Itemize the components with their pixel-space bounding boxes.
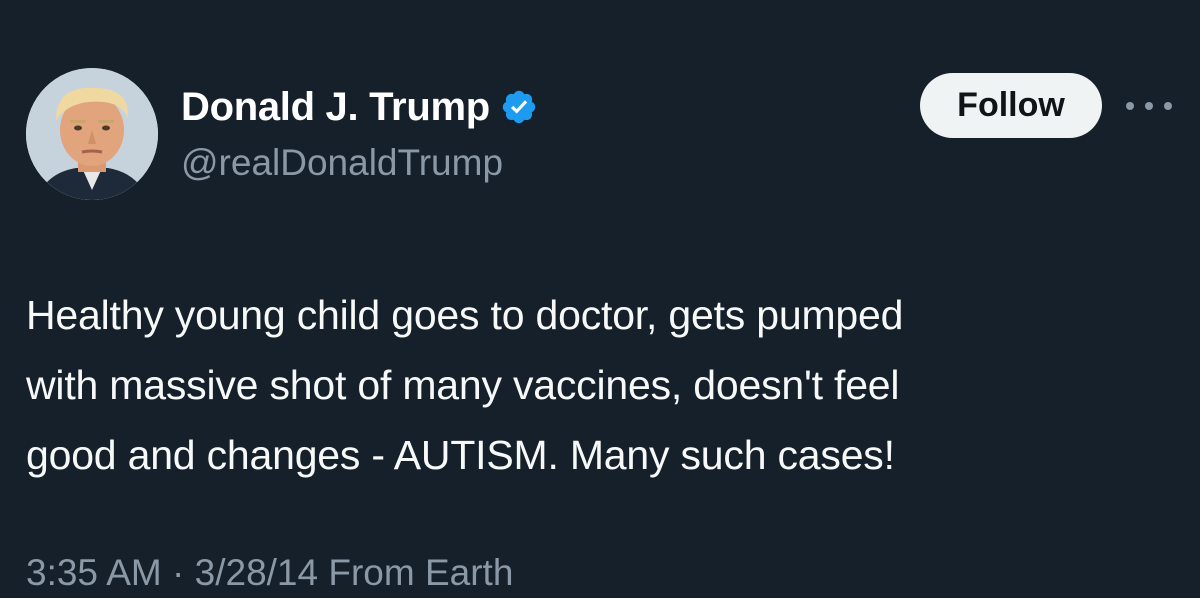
- author-handle[interactable]: @realDonaldTrump: [181, 138, 503, 188]
- avatar[interactable]: [26, 68, 158, 200]
- avatar-image: [26, 68, 158, 200]
- tweet-text: Healthy young child goes to doctor, gets…: [26, 280, 1176, 490]
- follow-button[interactable]: Follow: [920, 73, 1102, 138]
- tweet-text-line: Healthy young child goes to doctor, gets…: [26, 292, 904, 338]
- more-horizontal-icon[interactable]: [1126, 92, 1172, 120]
- tweet-card: Donald J. Trump @realDonaldTrump Follow …: [0, 0, 1200, 593]
- author-name-row[interactable]: Donald J. Trump: [181, 82, 538, 132]
- more-dot: [1145, 102, 1153, 110]
- verified-badge-icon: [500, 88, 538, 126]
- tweet-timestamp[interactable]: 3:35 AM · 3/28/14 From Earth: [26, 548, 513, 598]
- more-dot: [1126, 102, 1134, 110]
- author-display-name[interactable]: Donald J. Trump: [181, 82, 490, 132]
- tweet-text-line: good and changes - AUTISM. Many such cas…: [26, 432, 895, 478]
- more-dot: [1164, 102, 1172, 110]
- tweet-text-line: with massive shot of many vaccines, does…: [26, 362, 900, 408]
